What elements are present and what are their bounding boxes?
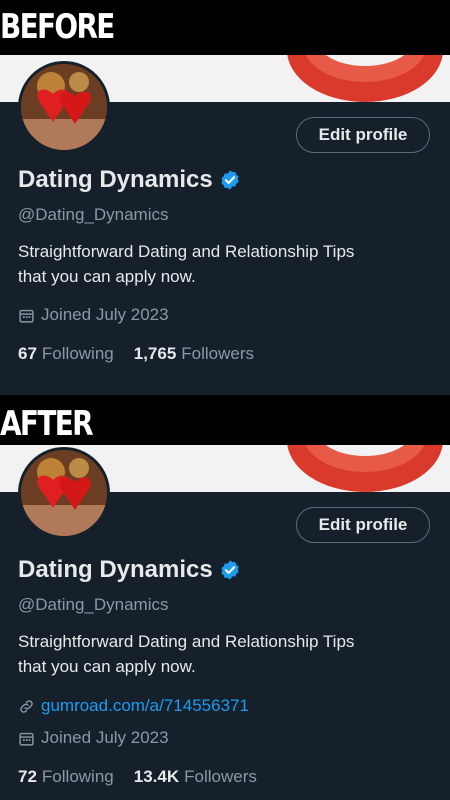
following-count: 67 <box>18 344 37 363</box>
handle: @Dating_Dynamics <box>18 595 169 614</box>
name-row: Dating Dynamics <box>18 166 241 194</box>
website-row: gumroad.com/a/714556371 <box>18 696 249 716</box>
followers-link[interactable]: 1,765 Followers <box>134 344 274 364</box>
following-link[interactable]: 72 Following <box>18 767 134 787</box>
bio-line-2: that you can apply now. <box>18 657 196 676</box>
bio-line-1: Straightforward Dating and Relationship … <box>18 242 355 261</box>
profile-card-before: Edit profile Dating Dynamics @Dating_Dyn… <box>0 55 450 395</box>
followers-label: Followers <box>181 344 255 363</box>
banner-heart-shape <box>287 445 443 492</box>
following-count: 72 <box>18 767 37 786</box>
after-label: AFTER <box>0 404 94 444</box>
website-link[interactable]: gumroad.com/a/714556371 <box>41 696 249 716</box>
verified-badge-icon <box>221 560 239 580</box>
bio: Straightforward Dating and Relationship … <box>18 629 418 679</box>
edit-profile-button[interactable]: Edit profile <box>296 117 430 153</box>
joined-row: Joined July 2023 <box>18 305 169 325</box>
profile-card-after: Edit profile Dating Dynamics @Dating_Dyn… <box>0 445 450 800</box>
following-link[interactable]: 67 Following <box>18 344 134 364</box>
followers-count: 1,765 <box>133 344 177 363</box>
calendar-icon <box>19 732 34 746</box>
avatar[interactable] <box>18 61 110 153</box>
followers-link[interactable]: 13.4K Followers <box>134 767 277 787</box>
following-label: Following <box>41 344 114 363</box>
verified-badge-icon <box>221 170 239 190</box>
following-label: Following <box>41 767 114 786</box>
joined-date: Joined July 2023 <box>41 305 169 324</box>
follow-stats: 72 Following 13.4K Followers <box>18 767 277 787</box>
display-name: Dating Dynamics <box>18 166 213 193</box>
link-icon <box>20 699 33 713</box>
display-name: Dating Dynamics <box>18 556 213 583</box>
bio-line-2: that you can apply now. <box>18 267 196 286</box>
calendar-icon <box>19 309 34 323</box>
bio-line-1: Straightforward Dating and Relationship … <box>18 632 355 651</box>
name-row: Dating Dynamics <box>18 556 241 584</box>
edit-profile-button[interactable]: Edit profile <box>296 507 430 543</box>
joined-date: Joined July 2023 <box>41 728 169 747</box>
handle: @Dating_Dynamics <box>18 205 169 224</box>
bio: Straightforward Dating and Relationship … <box>18 239 418 289</box>
followers-count: 13.4K <box>133 767 180 786</box>
avatar[interactable] <box>18 447 110 539</box>
followers-label: Followers <box>184 767 257 786</box>
follow-stats: 67 Following 1,765 Followers <box>18 344 274 364</box>
joined-row: Joined July 2023 <box>18 728 169 748</box>
before-label: BEFORE <box>0 7 115 47</box>
banner-heart-shape <box>287 55 443 102</box>
